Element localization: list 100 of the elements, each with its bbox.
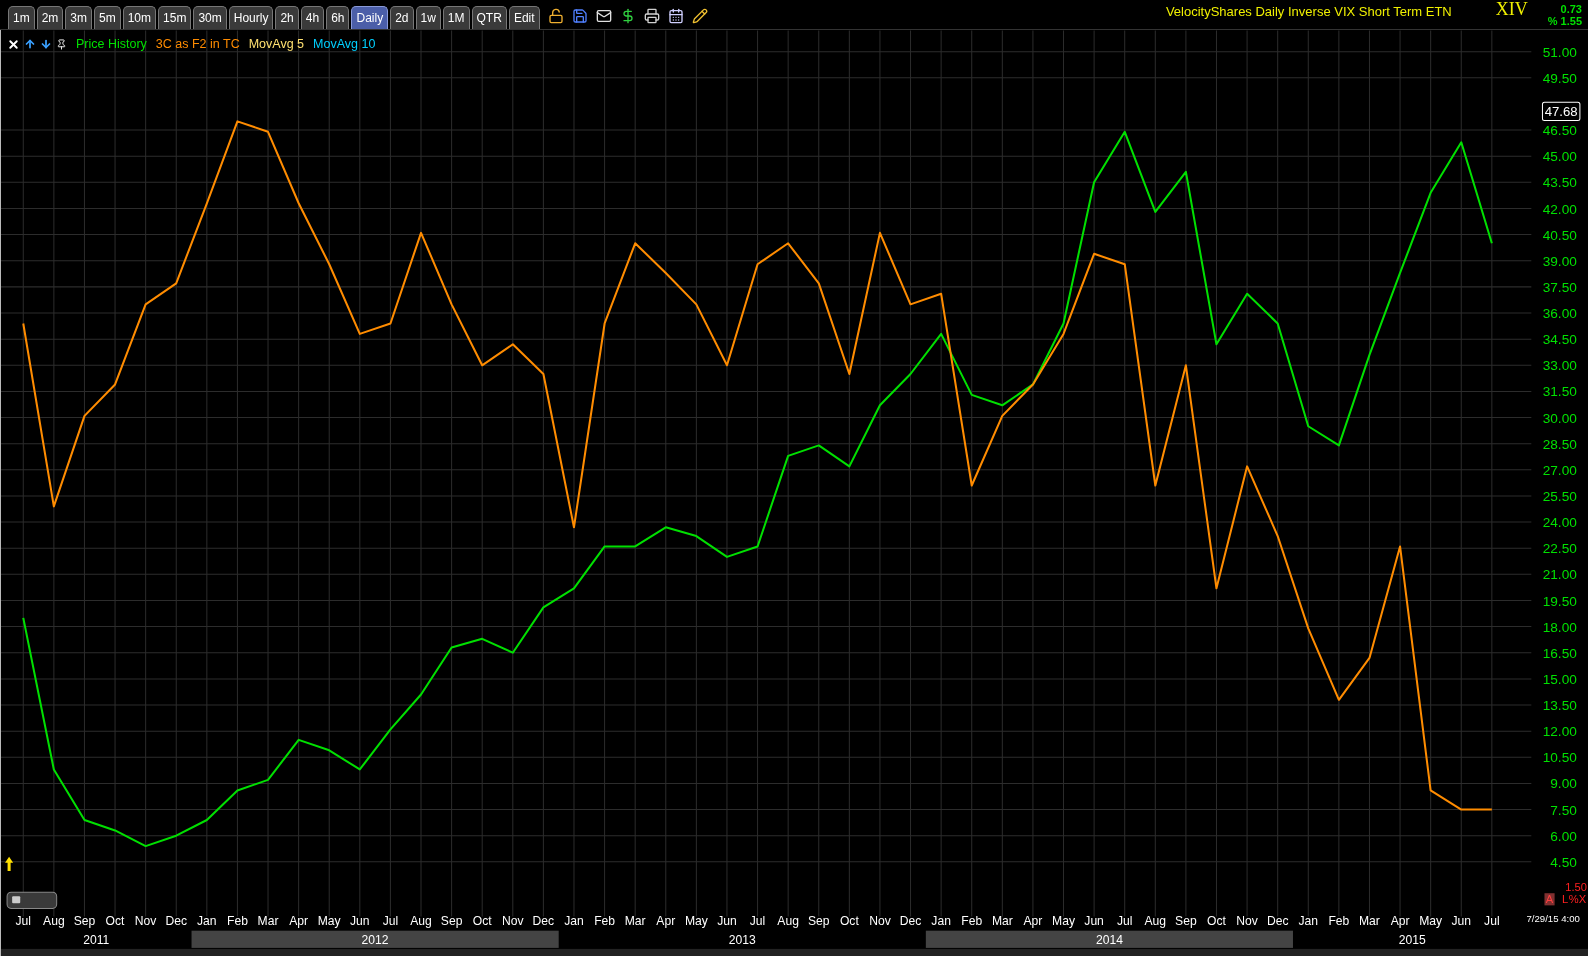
arrow-down-icon[interactable] xyxy=(40,38,52,51)
legend-label: 3C as F2 in TC xyxy=(155,36,240,53)
save-icon[interactable] xyxy=(571,8,588,24)
y-axis-label: 22.50 xyxy=(1542,541,1577,557)
interval-tab[interactable]: 6h xyxy=(326,6,350,29)
y-axis-label: 34.50 xyxy=(1542,332,1577,348)
month-label: Mar xyxy=(257,913,279,928)
indicator-button[interactable]: % xyxy=(1568,893,1579,906)
symbol: XIV xyxy=(1495,0,1528,21)
interval-tab[interactable]: 2d xyxy=(390,6,414,29)
interval-tab[interactable]: 5m xyxy=(94,6,121,29)
interval-tab[interactable]: 1M xyxy=(442,6,470,29)
interval-tab[interactable]: Edit xyxy=(508,6,540,29)
interval-tab[interactable]: 2m xyxy=(36,6,64,29)
interval-tab[interactable]: Hourly xyxy=(228,6,274,29)
month-label: Dec xyxy=(1266,913,1289,928)
y-axis-label: 49.50 xyxy=(1542,70,1577,86)
y-axis-label: 42.00 xyxy=(1542,201,1577,217)
calendar-icon[interactable] xyxy=(667,8,684,24)
percent-change: % 1.55 xyxy=(1547,15,1582,27)
year-label: 2011 xyxy=(83,932,110,947)
month-label: Jul xyxy=(1116,913,1133,928)
y-axis-label: 39.00 xyxy=(1542,253,1577,269)
month-label: Jul xyxy=(749,913,766,928)
interval-tab[interactable]: 3m xyxy=(65,6,92,29)
timestamp: 7/29/15 4:00 xyxy=(1526,912,1580,924)
month-label: Feb xyxy=(227,913,248,928)
month-label: Jan xyxy=(197,913,217,928)
month-label: Feb xyxy=(961,913,983,928)
y-axis-label: 15.00 xyxy=(1542,671,1577,687)
month-label: Aug xyxy=(43,913,65,928)
close-icon[interactable] xyxy=(7,37,20,51)
y-axis-label: 46.50 xyxy=(1542,123,1577,139)
mail-icon[interactable] xyxy=(595,8,612,24)
y-axis-label: 36.00 xyxy=(1542,306,1577,322)
pin-icon[interactable] xyxy=(56,38,67,50)
month-label: Sep xyxy=(807,913,830,928)
y-axis-label: 27.00 xyxy=(1542,462,1577,478)
y-axis-label: 21.00 xyxy=(1542,567,1577,583)
month-label: May xyxy=(317,913,341,928)
scroll-handle[interactable] xyxy=(6,891,58,909)
month-label: Jan xyxy=(564,913,584,928)
y-axis-label: 45.00 xyxy=(1542,149,1577,165)
y-axis-label: 25.50 xyxy=(1542,489,1577,504)
month-label: Oct xyxy=(839,913,859,928)
interval-tab[interactable]: Daily xyxy=(351,6,389,29)
interval-tab[interactable]: 30m xyxy=(193,6,227,29)
month-label: May xyxy=(1419,913,1443,928)
indicator-button[interactable]: X xyxy=(1578,893,1587,906)
year-label: 2012 xyxy=(361,932,389,947)
indicator-button[interactable]: L xyxy=(1562,893,1569,906)
month-label: Aug xyxy=(410,913,432,928)
arrow-up-icon[interactable] xyxy=(5,856,14,871)
month-label: Nov xyxy=(1236,913,1258,928)
month-label: Mar xyxy=(624,913,646,928)
month-label: Dec xyxy=(165,913,187,928)
month-label: Sep xyxy=(73,913,96,928)
month-label: Jul xyxy=(382,913,399,928)
y-axis-label: 43.50 xyxy=(1542,175,1577,191)
price-change: 0.73 xyxy=(1560,3,1582,15)
legend-label: Price History xyxy=(76,36,147,53)
y-axis-label: 6.00 xyxy=(1550,828,1577,844)
y-axis-label: 40.50 xyxy=(1542,227,1577,243)
interval-tab[interactable]: QTR xyxy=(471,6,507,29)
interval-tab[interactable]: 2h xyxy=(275,6,299,29)
scroll-bar[interactable] xyxy=(1,948,1588,956)
month-label: Nov xyxy=(502,913,524,928)
pencil-icon[interactable] xyxy=(691,8,708,24)
month-label: Feb xyxy=(1328,913,1350,928)
y-axis-label: 12.00 xyxy=(1542,724,1577,740)
interval-tab[interactable]: 1w xyxy=(415,6,441,29)
month-label: Apr xyxy=(1390,913,1410,928)
y-axis-label: 37.50 xyxy=(1542,279,1577,295)
y-axis-label: 33.00 xyxy=(1542,358,1577,374)
month-label: Jan xyxy=(1298,913,1319,928)
last-price-label: 47.68 xyxy=(1541,101,1581,122)
month-label: Jun xyxy=(1084,913,1104,928)
month-label: Nov xyxy=(869,913,891,928)
y-axis-label: 19.50 xyxy=(1542,593,1577,609)
y-axis-label: 18.00 xyxy=(1542,619,1577,635)
month-label: Jul xyxy=(1484,913,1500,928)
security-name: VelocityShares Daily Inverse VIX Short Term ETN xyxy=(1165,2,1452,21)
month-label: Dec xyxy=(899,913,922,928)
interval-tab[interactable]: 15m xyxy=(158,6,192,29)
month-label: Jun xyxy=(350,913,370,928)
y-axis-label: 28.50 xyxy=(1542,436,1577,452)
interval-tab[interactable]: 10m xyxy=(122,6,157,29)
month-label: Oct xyxy=(1207,913,1226,928)
y-axis-label: 13.50 xyxy=(1542,698,1577,714)
arrow-up-icon[interactable] xyxy=(24,38,36,51)
y-axis-label: 9.00 xyxy=(1550,776,1577,792)
y-axis-label: 30.00 xyxy=(1542,410,1577,426)
month-label: Apr xyxy=(656,913,676,928)
interval-tab[interactable]: 1m xyxy=(8,6,35,29)
y-axis-label: 24.00 xyxy=(1542,515,1577,531)
month-label: Nov xyxy=(134,913,157,928)
month-label: May xyxy=(684,913,708,928)
interval-tab[interactable]: 4h xyxy=(300,6,325,29)
print-icon[interactable] xyxy=(643,8,660,24)
unlock-icon[interactable] xyxy=(547,8,564,24)
